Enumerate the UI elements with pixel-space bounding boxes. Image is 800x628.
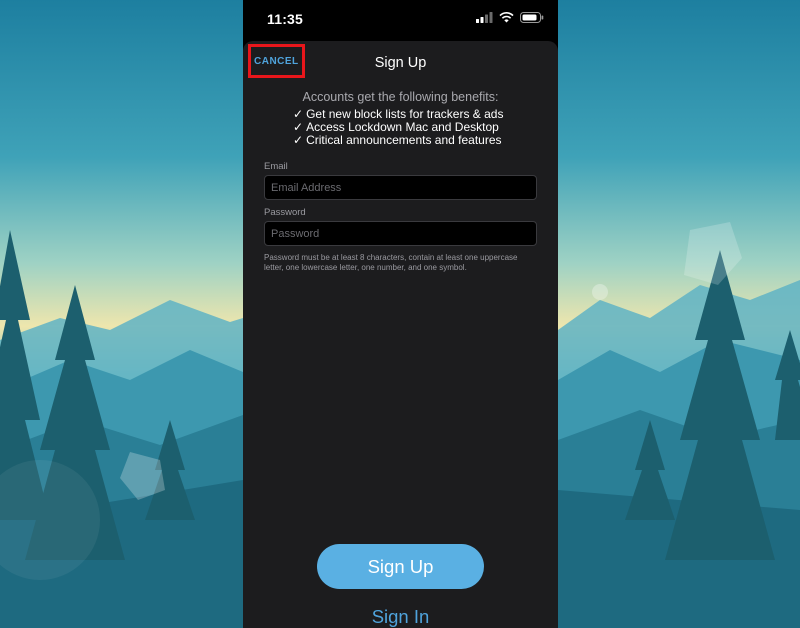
signup-button[interactable]: Sign Up	[317, 544, 484, 589]
password-field[interactable]	[264, 221, 537, 246]
email-label: Email	[264, 161, 288, 172]
checkmark-icon: ✓	[293, 133, 304, 147]
signal-icon	[476, 12, 493, 23]
checkmark-icon: ✓	[293, 107, 304, 121]
benefit-text: Critical announcements and features	[306, 133, 502, 147]
password-label: Password	[264, 207, 306, 218]
benefit-text: Get new block lists for trackers & ads	[306, 107, 504, 121]
signup-sheet: CANCEL Sign Up Accounts get the followin…	[243, 41, 558, 628]
signin-link[interactable]: Sign In	[243, 606, 558, 628]
checkmark-icon: ✓	[293, 120, 304, 134]
wifi-icon	[499, 12, 514, 23]
benefit-text: Access Lockdown Mac and Desktop	[306, 120, 499, 134]
benefit-list: ✓ Get new block lists for trackers & ads …	[293, 108, 503, 147]
benefits-heading: Accounts get the following benefits:	[302, 90, 499, 104]
battery-icon	[520, 12, 544, 23]
page-title: Sign Up	[374, 55, 427, 71]
benefit-item: ✓ Critical announcements and features	[293, 134, 503, 147]
nav-bar: CANCEL Sign Up	[243, 41, 558, 85]
status-time: 11:35	[267, 11, 304, 27]
phone-screen: 11:35 CANCEL Sign Up Accounts get the fo…	[243, 0, 558, 628]
email-field[interactable]	[264, 175, 537, 200]
benefits-section: Accounts get the following benefits: ✓ Ge…	[243, 90, 558, 147]
status-bar: 11:35	[243, 0, 558, 40]
status-icons	[476, 12, 544, 23]
password-hint: Password must be at least 8 characters, …	[264, 253, 518, 272]
